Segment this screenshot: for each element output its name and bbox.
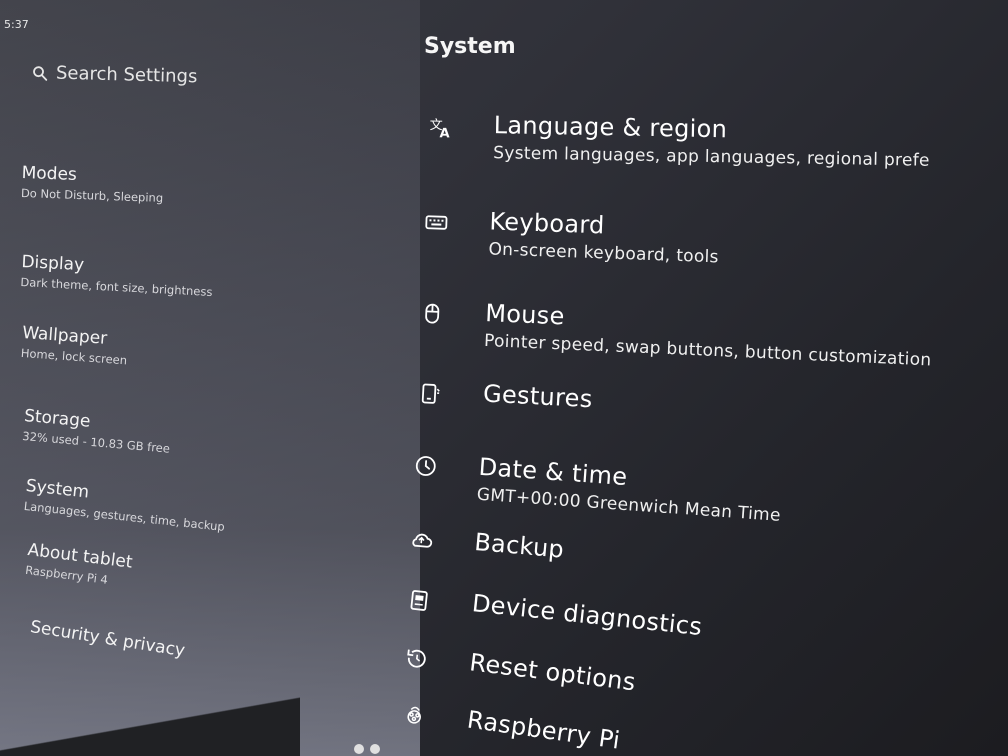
sidebar-item-system[interactable]: System Languages, gestures, time, backup — [23, 476, 228, 534]
sidebar-item-display[interactable]: Display Dark theme, font size, brightnes… — [20, 252, 214, 299]
sidebar-item-title: Modes — [21, 163, 78, 185]
settings-row-reset-options[interactable]: Reset options — [400, 640, 637, 700]
gestures-icon — [414, 378, 446, 410]
row-title: Raspberry Pi — [465, 705, 622, 755]
row-title: Backup — [473, 527, 566, 564]
sidebar-item-storage[interactable]: Storage 32% used - 10.83 GB free — [22, 406, 173, 456]
settings-row-mouse[interactable]: Mouse Pointer speed, swap buttons, butto… — [416, 296, 934, 370]
reset-history-icon — [400, 642, 433, 675]
raspberry-pi-icon — [398, 698, 432, 732]
row-subtitle: On-screen keyboard, tools — [488, 239, 720, 268]
sidebar-item-modes[interactable]: Modes Do Not Disturb, Sleeping — [21, 163, 164, 205]
settings-screen: 5:37 Search Settings Modes Do Not Distur… — [0, 0, 1008, 756]
clock-icon — [410, 450, 442, 482]
page-title: System — [424, 34, 516, 59]
search-settings-button[interactable]: Search Settings — [32, 62, 198, 87]
search-icon — [33, 65, 48, 81]
translate-icon: 文A — [425, 112, 456, 143]
row-subtitle: System languages, app languages, regiona… — [493, 143, 930, 171]
row-title: Reset options — [468, 648, 638, 697]
system-settings-panel: System 文A Language & region System langu… — [400, 0, 1008, 756]
settings-row-language-region[interactable]: 文A Language & region System languages, a… — [425, 110, 930, 171]
sidebar-item-title: Security & privacy — [28, 617, 187, 662]
settings-row-date-time[interactable]: Date & time GMT+00:00 Greenwich Mean Tim… — [408, 448, 783, 526]
device-bezel — [0, 690, 300, 756]
settings-row-keyboard[interactable]: Keyboard On-screen keyboard, tools — [420, 205, 720, 267]
diagnostics-icon — [403, 584, 436, 617]
row-title: Keyboard — [488, 207, 606, 240]
cloud-backup-icon — [405, 524, 438, 557]
sidebar-item-wallpaper[interactable]: Wallpaper Home, lock screen — [20, 323, 129, 367]
keyboard-icon — [421, 207, 452, 238]
settings-row-gestures[interactable]: Gestures — [414, 376, 593, 417]
search-settings-label: Search Settings — [55, 62, 198, 88]
row-title: Gestures — [482, 379, 594, 414]
page-indicator-dots — [354, 744, 380, 754]
page-dot — [354, 744, 364, 754]
row-title: Device diagnostics — [470, 589, 704, 642]
settings-row-raspberry-pi[interactable]: Raspberry Pi — [398, 696, 622, 756]
row-title: Language & region — [493, 111, 728, 144]
sidebar-item-security-privacy[interactable]: Security & privacy — [29, 617, 186, 661]
sidebar-item-about-tablet[interactable]: About tablet Raspberry Pi 4 — [24, 540, 133, 590]
settings-sidebar: Search Settings Modes Do Not Disturb, Sl… — [0, 0, 400, 756]
settings-row-backup[interactable]: Backup — [405, 522, 565, 568]
mouse-icon — [417, 298, 448, 329]
settings-row-device-diagnostics[interactable]: Device diagnostics — [403, 582, 704, 645]
page-dot — [370, 744, 380, 754]
svg-text:A: A — [439, 126, 449, 139]
sidebar-item-subtitle: Do Not Disturb, Sleeping — [20, 185, 164, 205]
